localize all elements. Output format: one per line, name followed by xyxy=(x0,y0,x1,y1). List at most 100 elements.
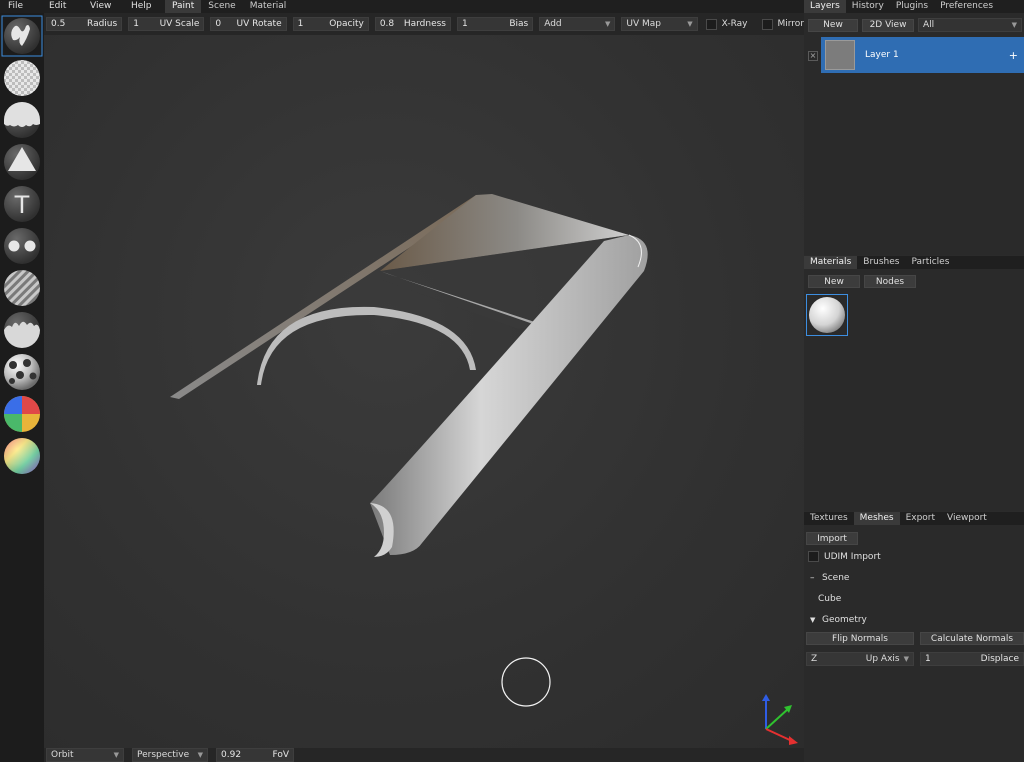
camera-mode-select[interactable]: Orbit ▼ xyxy=(46,748,124,762)
layer-filter-select[interactable]: All ▼ xyxy=(918,18,1022,32)
uv-scale-slider[interactable]: 1 UV Scale xyxy=(128,17,205,31)
fill-icon[interactable] xyxy=(4,102,40,138)
geometry-options: Z Up Axis ▼ 1 Displace xyxy=(804,645,1024,666)
materials-toolbar: New Nodes xyxy=(804,269,1024,288)
tab-viewport[interactable]: Viewport xyxy=(941,512,993,525)
up-axis-value: Z xyxy=(811,654,818,664)
particle-icon[interactable] xyxy=(4,312,40,348)
tab-meshes[interactable]: Meshes xyxy=(853,512,900,525)
mirror-label: Mirror xyxy=(777,19,805,29)
blur-icon[interactable] xyxy=(4,270,40,306)
tab-paint[interactable]: Paint xyxy=(165,0,202,13)
tab-history[interactable]: History xyxy=(846,0,890,13)
layer-selected-bg: Layer 1 + xyxy=(821,37,1024,73)
mapping-select[interactable]: UV Map ▼ xyxy=(621,17,698,31)
projection-select[interactable]: Perspective ▼ xyxy=(132,748,208,762)
layer-visibility-icon[interactable]: × xyxy=(808,51,818,61)
eraser-icon[interactable] xyxy=(4,60,40,96)
bias-value: 1 xyxy=(462,19,468,29)
layer-add-icon[interactable]: + xyxy=(1009,49,1018,62)
meshes-toolbar: Import xyxy=(804,525,1024,545)
colorid-icon[interactable] xyxy=(4,396,40,432)
menu-help[interactable]: Help xyxy=(123,0,165,13)
xray-toggle[interactable]: X-Ray xyxy=(705,18,748,30)
blending-select[interactable]: Add ▼ xyxy=(539,17,616,31)
text-icon[interactable]: T xyxy=(4,186,40,222)
tool-sidebar: T xyxy=(0,13,44,762)
tool-icons: T xyxy=(1,15,43,474)
opacity-slider[interactable]: 1 Opacity xyxy=(292,17,369,31)
bias-slider[interactable]: 1 Bias xyxy=(457,17,534,31)
udim-import-row[interactable]: UDIM Import xyxy=(804,546,1024,567)
3d-viewport[interactable] xyxy=(44,35,804,748)
tab-export[interactable]: Export xyxy=(900,512,941,525)
calculate-normals-button[interactable]: Calculate Normals xyxy=(920,632,1024,645)
tab-textures[interactable]: Textures xyxy=(804,512,854,525)
up-axis-select[interactable]: Z Up Axis ▼ xyxy=(806,652,914,666)
tab-material[interactable]: Material xyxy=(243,0,294,13)
nodes-button[interactable]: Nodes xyxy=(864,275,916,288)
normals-buttons: Flip Normals Calculate Normals xyxy=(804,630,1024,645)
axis-gizmo-icon[interactable] xyxy=(762,694,798,745)
layer-thumbnail xyxy=(825,40,855,70)
xray-label: X-Ray xyxy=(721,19,748,29)
fov-label: FoV xyxy=(272,750,289,760)
bake-icon[interactable] xyxy=(4,354,40,390)
meshes-tabs: Textures Meshes Export Viewport xyxy=(804,512,1024,525)
viewport-status-bar: Orbit ▼ Perspective ▼ 0.92 FoV xyxy=(44,748,804,762)
geometry-expand-icon[interactable]: ▼ xyxy=(810,616,822,624)
brush-icon[interactable] xyxy=(4,18,40,54)
material-sphere-icon xyxy=(809,297,845,333)
decal-icon[interactable] xyxy=(4,144,40,180)
mirror-checkbox[interactable] xyxy=(761,18,773,30)
geometry-row[interactable]: ▼ Geometry xyxy=(804,609,1024,630)
hardness-slider[interactable]: 0.8 Hardness xyxy=(374,17,452,31)
import-button[interactable]: Import xyxy=(806,532,858,545)
new-material-button[interactable]: New xyxy=(808,275,860,288)
paper-mesh[interactable] xyxy=(170,194,648,557)
layer-filter-value: All xyxy=(923,20,935,30)
2d-view-button[interactable]: 2D View xyxy=(862,18,914,32)
udim-label: UDIM Import xyxy=(824,551,881,562)
radius-slider[interactable]: 0.5 Radius xyxy=(46,17,123,31)
menu-edit[interactable]: Edit xyxy=(41,0,82,13)
chevron-down-icon: ▼ xyxy=(687,20,693,28)
opacity-label: Opacity xyxy=(329,19,364,29)
menu-file[interactable]: File xyxy=(0,0,41,13)
tab-plugins[interactable]: Plugins xyxy=(890,0,934,13)
scene-row[interactable]: – Scene xyxy=(804,567,1024,588)
hardness-label: Hardness xyxy=(403,19,447,29)
opacity-value: 1 xyxy=(297,19,304,29)
tab-layers[interactable]: Layers xyxy=(804,0,846,13)
mirror-toggle[interactable]: Mirror xyxy=(761,18,805,30)
flip-normals-button[interactable]: Flip Normals xyxy=(806,632,914,645)
clone-icon[interactable] xyxy=(4,228,40,264)
material-slot[interactable] xyxy=(806,294,848,336)
udim-checkbox[interactable] xyxy=(808,551,819,562)
tab-particles[interactable]: Particles xyxy=(905,256,955,269)
uv-scale-value: 1 xyxy=(133,19,139,29)
blending-value: Add xyxy=(544,19,562,29)
layer-row[interactable]: × Layer 1 + xyxy=(804,37,1024,73)
tab-preferences[interactable]: Preferences xyxy=(934,0,999,13)
tool-options-bar: 0.5 Radius 1 UV Scale 0 UV Rotate 1 Opac… xyxy=(44,13,804,35)
chevron-down-icon: ▼ xyxy=(605,20,611,28)
menu-view[interactable]: View xyxy=(82,0,123,13)
bias-label: Bias xyxy=(509,19,529,29)
cube-row[interactable]: Cube xyxy=(804,588,1024,609)
chevron-down-icon: ▼ xyxy=(903,655,909,663)
tab-brushes[interactable]: Brushes xyxy=(857,256,905,269)
new-layer-button[interactable]: New xyxy=(808,18,858,32)
uv-rotate-slider[interactable]: 0 UV Rotate xyxy=(210,17,287,31)
scene-collapse-icon[interactable]: – xyxy=(810,573,822,583)
uv-rotate-label: UV Rotate xyxy=(236,19,282,29)
chevron-down-icon: ▼ xyxy=(113,751,119,759)
tab-scene[interactable]: Scene xyxy=(201,0,242,13)
color-picker-icon[interactable] xyxy=(4,438,40,474)
cube-label: Cube xyxy=(818,593,842,604)
svg-text:T: T xyxy=(14,191,30,219)
fov-slider[interactable]: 0.92 FoV xyxy=(216,748,294,762)
displace-slider[interactable]: 1 Displace xyxy=(920,652,1024,666)
xray-checkbox[interactable] xyxy=(705,18,717,30)
tab-materials[interactable]: Materials xyxy=(804,256,858,269)
